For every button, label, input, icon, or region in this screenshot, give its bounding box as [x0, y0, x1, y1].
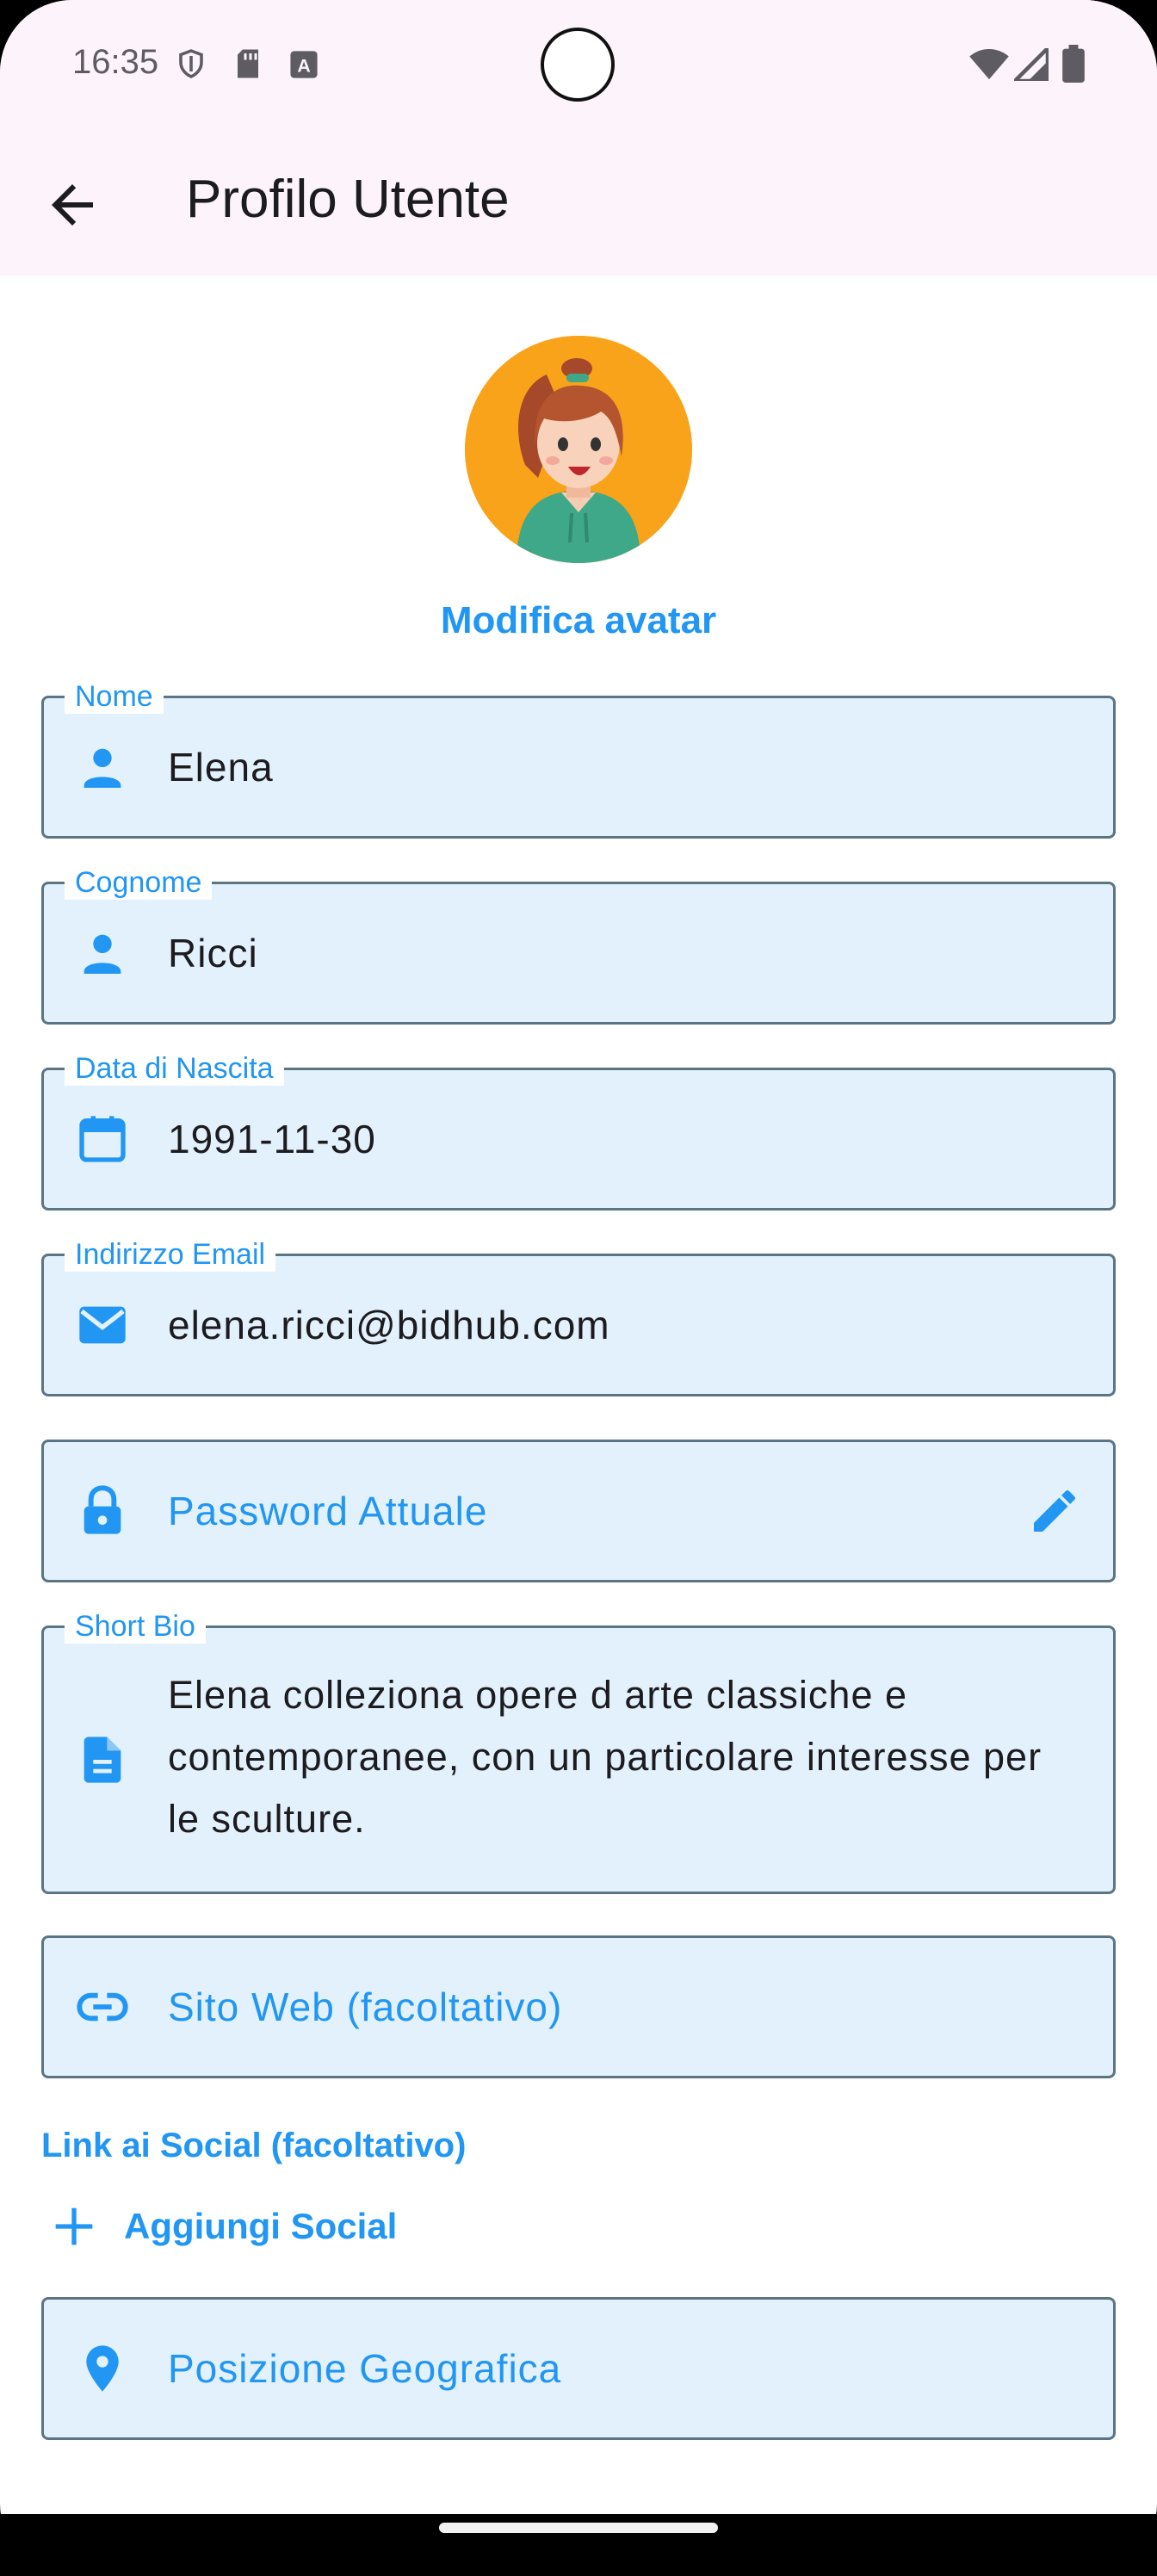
- person-icon: [84, 748, 121, 788]
- add-social-button[interactable]: Aggiungi Social: [41, 2195, 403, 2257]
- password-placeholder: Password Attuale: [168, 1489, 488, 1533]
- wifi-icon: [969, 48, 1009, 80]
- birth-date-label: Data di Nascita: [65, 1051, 284, 1086]
- svg-text:A: A: [297, 56, 310, 77]
- website-field[interactable]: Sito Web (facoltativo): [41, 1935, 1116, 2078]
- status-bar: 16:35 A: [0, 0, 1157, 131]
- location-field[interactable]: Posizione Geografica: [41, 2297, 1116, 2440]
- app-bar: Profilo Utente: [0, 131, 1157, 276]
- page-title: Profilo Utente: [186, 170, 510, 229]
- first-name-field[interactable]: Nome Elena: [41, 679, 1116, 839]
- camera-cutout: [541, 28, 615, 102]
- calendar-icon: [79, 1116, 126, 1162]
- person-icon: [84, 934, 121, 974]
- password-field[interactable]: Password Attuale: [41, 1440, 1116, 1582]
- last-name-value: Ricci: [168, 931, 258, 975]
- birth-date-value: 1991-11-30: [168, 1117, 376, 1161]
- bio-value: Elena colleziona opere d arte classiche …: [168, 1673, 1043, 1841]
- plus-icon: [55, 2208, 93, 2245]
- add-social-label: Aggiungi Social: [124, 2206, 398, 2246]
- last-name-label: Cognome: [65, 865, 213, 900]
- email-field[interactable]: Indirizzo Email elena.ricci@bidhub.com: [41, 1237, 1116, 1396]
- keyboard-a-icon: A: [290, 51, 318, 78]
- back-arrow-icon[interactable]: [41, 174, 103, 236]
- avatar[interactable]: [465, 336, 692, 563]
- last-name-field[interactable]: Cognome Ricci: [41, 865, 1116, 1025]
- status-time: 16:35: [72, 43, 159, 81]
- link-icon: [77, 1992, 128, 2022]
- website-placeholder: Sito Web (facoltativo): [168, 1985, 563, 2029]
- mail-icon: [79, 1306, 126, 1344]
- location-pin-icon: [86, 2345, 119, 2392]
- avatar-illustration: [465, 336, 692, 563]
- bio-label: Short Bio: [65, 1609, 206, 1644]
- social-links-heading: Link ai Social (facoltativo): [41, 2127, 467, 2164]
- first-name-value: Elena: [168, 745, 274, 790]
- document-icon: [84, 1737, 121, 1783]
- home-gesture-handle[interactable]: [439, 2523, 718, 2533]
- shield-icon: [179, 49, 203, 78]
- edit-avatar-button[interactable]: Modifica avatar: [0, 599, 1157, 642]
- location-placeholder: Posizione Geografica: [168, 2346, 562, 2391]
- email-label: Indirizzo Email: [65, 1237, 276, 1272]
- email-value: elena.ricci@bidhub.com: [168, 1303, 610, 1347]
- bio-field[interactable]: Short Bio Elena colleziona opere d arte …: [41, 1609, 1116, 1894]
- battery-icon: [1062, 45, 1085, 83]
- lock-icon: [84, 1485, 121, 1534]
- sd-card-icon: [238, 49, 258, 78]
- first-name-label: Nome: [65, 679, 164, 714]
- pencil-icon[interactable]: [1027, 1483, 1082, 1539]
- app-screen: 16:35 A Profilo Utente Modifica avatar N…: [0, 0, 1157, 2576]
- signal-icon: [1014, 48, 1049, 81]
- birth-date-field[interactable]: Data di Nascita 1991-11-30: [41, 1051, 1116, 1211]
